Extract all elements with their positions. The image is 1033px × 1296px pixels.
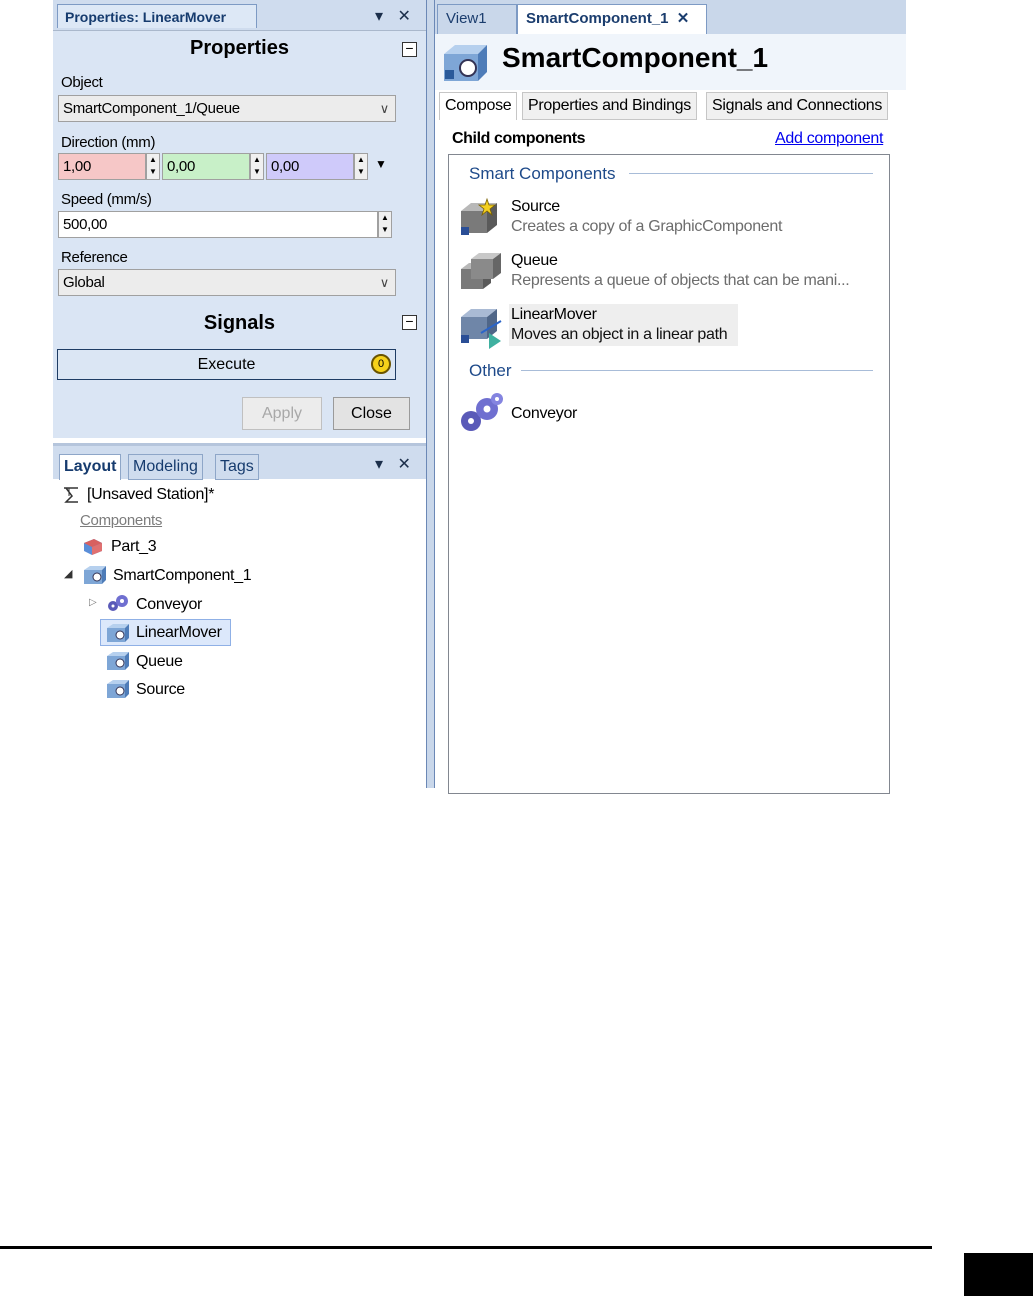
- reference-label: Reference: [61, 249, 128, 266]
- station-icon: [61, 485, 81, 505]
- smart-component-icon: [105, 650, 129, 672]
- direction-y-input[interactable]: 0,00: [162, 153, 250, 180]
- expand-arrow-icon[interactable]: ◢: [64, 567, 72, 580]
- queue-name[interactable]: Queue: [511, 252, 558, 270]
- reference-value: Global: [63, 274, 105, 291]
- panel-splitter[interactable]: [426, 0, 435, 788]
- tree-components-header: Components: [80, 512, 163, 529]
- direction-z-value: 0,00: [271, 158, 299, 175]
- panel-controls: ▾ ✕: [375, 6, 411, 26]
- direction-y-value: 0,00: [167, 158, 195, 175]
- document-tabbar: View1 SmartComponent_1 ✕: [435, 0, 906, 34]
- layout-panel: Layout Modeling Tags ▾ ✕ [Unsaved Statio…: [53, 443, 426, 788]
- source-name[interactable]: Source: [511, 198, 560, 216]
- tab-compose[interactable]: Compose: [439, 92, 518, 120]
- conveyor-name[interactable]: Conveyor: [511, 405, 577, 423]
- group-smart-components: Smart Components: [469, 164, 616, 183]
- tab-properties-and-bindings[interactable]: Properties and Bindings: [522, 92, 697, 120]
- collapse-signals-icon[interactable]: −: [402, 314, 417, 330]
- gears-icon: [105, 593, 131, 613]
- tree-linear-mover[interactable]: LinearMover: [136, 624, 222, 642]
- direction-y-spinner[interactable]: ▲ ▼: [250, 153, 264, 180]
- reference-combobox[interactable]: Global ∨: [58, 269, 396, 296]
- tab-modeling[interactable]: Modeling: [128, 454, 203, 480]
- queue-description: Represents a queue of objects that can b…: [511, 272, 850, 289]
- direction-menu-arrow-icon[interactable]: ▼: [375, 157, 387, 171]
- linear-mover-icon: [457, 303, 505, 349]
- direction-x-input[interactable]: 1,00: [58, 153, 146, 180]
- pin-dropdown-icon[interactable]: ▾: [375, 456, 383, 473]
- component-header: SmartComponent_1: [435, 34, 906, 90]
- object-label: Object: [61, 74, 103, 91]
- chevron-down-icon[interactable]: ∨: [380, 270, 390, 295]
- tab-view1[interactable]: View1: [437, 4, 517, 34]
- properties-section-header: Properties: [190, 37, 289, 59]
- smart-component-icon: [82, 564, 106, 586]
- properties-panel-title: Properties: LinearMover: [65, 9, 227, 25]
- properties-panel: Properties: LinearMover ▾ ✕ Properties −…: [53, 0, 426, 438]
- speed-input[interactable]: 500,00: [58, 211, 378, 238]
- execute-label: Execute: [197, 356, 256, 373]
- tree-part-3[interactable]: Part_3: [111, 538, 157, 556]
- collapsed-arrow-icon[interactable]: ▷: [89, 597, 97, 608]
- direction-x-spinner[interactable]: ▲ ▼: [146, 153, 160, 180]
- tab-smartcomponent-1-label: SmartComponent_1: [526, 10, 669, 27]
- part-icon: [82, 536, 104, 556]
- close-button[interactable]: Close: [333, 397, 410, 430]
- pin-dropdown-icon[interactable]: ▾: [375, 8, 383, 25]
- tree-source[interactable]: Source: [136, 681, 185, 699]
- object-combobox[interactable]: SmartComponent_1/Queue ∨: [58, 95, 396, 122]
- properties-body: Properties − Object SmartComponent_1/Que…: [53, 30, 426, 438]
- group-divider: [629, 173, 873, 174]
- group-other: Other: [469, 361, 512, 380]
- tree-station[interactable]: [Unsaved Station]*: [87, 486, 214, 504]
- smart-component-large-icon: [441, 42, 489, 84]
- panel-controls: ▾ ✕: [375, 454, 411, 474]
- tree-queue[interactable]: Queue: [136, 653, 183, 671]
- child-components-list: Smart Components Source Creates a copy o…: [448, 154, 890, 794]
- object-value: SmartComponent_1/Queue: [63, 100, 240, 117]
- speed-label: Speed (mm/s): [61, 191, 152, 208]
- page-footer-rule: [0, 1246, 932, 1249]
- add-component-link[interactable]: Add component: [775, 130, 883, 148]
- tab-smartcomponent-1[interactable]: SmartComponent_1 ✕: [517, 4, 707, 34]
- document-area: View1 SmartComponent_1 ✕ SmartComponent_…: [435, 0, 906, 794]
- gears-icon: [457, 391, 505, 435]
- linear-mover-description: Moves an object in a linear path: [511, 326, 728, 343]
- page-footer-block: [964, 1253, 1033, 1296]
- properties-panel-tab[interactable]: Properties: LinearMover: [57, 4, 257, 28]
- tab-layout[interactable]: Layout: [59, 454, 122, 480]
- close-icon[interactable]: ✕: [397, 8, 410, 25]
- tab-tags[interactable]: Tags: [215, 454, 259, 480]
- queue-icon: [457, 249, 505, 295]
- group-divider: [521, 370, 873, 371]
- component-title: SmartComponent_1: [502, 42, 769, 73]
- speed-value: 500,00: [63, 216, 108, 233]
- smart-component-icon: [105, 678, 129, 700]
- tab-signals-and-connections[interactable]: Signals and Connections: [706, 92, 889, 120]
- apply-button[interactable]: Apply: [242, 397, 322, 430]
- speed-spinner[interactable]: ▲ ▼: [378, 211, 392, 238]
- source-description: Creates a copy of a GraphicComponent: [511, 218, 783, 235]
- source-icon: [457, 195, 505, 241]
- collapse-properties-icon[interactable]: −: [402, 41, 417, 57]
- layout-tabbar: Layout Modeling Tags ▾ ✕: [53, 443, 426, 480]
- close-icon[interactable]: ✕: [397, 456, 410, 473]
- tree-smart-component-1[interactable]: SmartComponent_1: [113, 567, 252, 585]
- smart-component-icon: [105, 622, 129, 644]
- tab-close-icon[interactable]: ✕: [677, 10, 690, 27]
- chevron-down-icon[interactable]: ∨: [380, 96, 390, 121]
- execute-button[interactable]: Execute: [57, 349, 396, 380]
- tree-conveyor[interactable]: Conveyor: [136, 596, 202, 614]
- direction-label: Direction (mm): [61, 134, 156, 151]
- direction-z-spinner[interactable]: ▲ ▼: [354, 153, 368, 180]
- signals-section-header: Signals: [203, 312, 276, 334]
- linear-mover-name[interactable]: LinearMover: [511, 306, 597, 324]
- direction-x-value: 1,00: [63, 158, 91, 175]
- direction-z-input[interactable]: 0,00: [266, 153, 354, 180]
- execute-status-badge: 0: [371, 354, 391, 374]
- child-components-label: Child components: [452, 130, 586, 147]
